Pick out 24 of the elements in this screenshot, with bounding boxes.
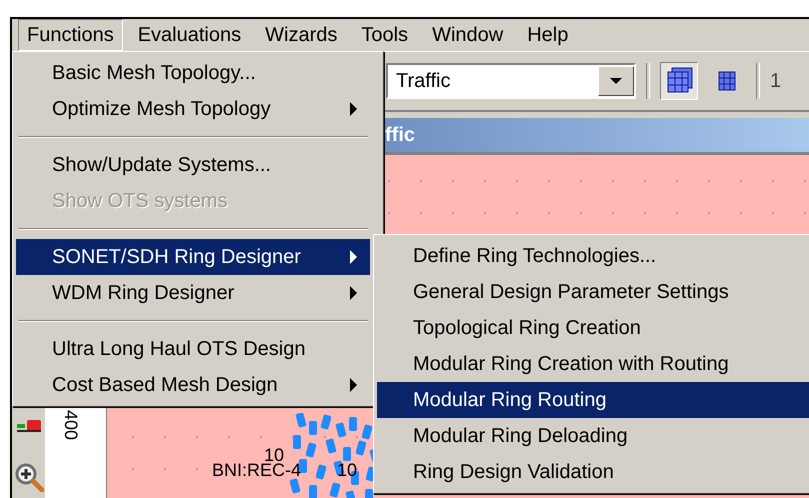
menu-item[interactable]: Modular Ring Deloading [377, 418, 809, 454]
menu-bar-item[interactable]: Evaluations [128, 19, 250, 51]
menu-item[interactable]: Topological Ring Creation [377, 310, 809, 346]
menu-bar-item[interactable]: Help [518, 19, 578, 51]
toolbar-button[interactable] [660, 62, 698, 100]
menu-item[interactable]: Define Ring Technologies... [377, 238, 809, 274]
menu-bar-item[interactable]: Wizards [256, 19, 346, 51]
menu-bar-item[interactable]: Tools [352, 19, 418, 51]
caret-icon [610, 78, 622, 84]
menu-item[interactable]: Modular Ring Creation with Routing [377, 346, 809, 382]
menu-item[interactable]: General Design Parameter Settings [377, 274, 809, 310]
menu-bar-item[interactable]: Functions [18, 19, 123, 51]
menu-item[interactable]: Basic Mesh Topology... [16, 55, 370, 91]
menu-item[interactable]: Modular Ring Routing [377, 382, 809, 418]
menu-item[interactable]: Cost Based Mesh Design [16, 367, 370, 403]
menu-item[interactable]: Ultra Long Haul OTS Design [16, 331, 370, 367]
view-dropdown[interactable]: Traffic [386, 63, 636, 99]
axis-label: 400 [60, 410, 81, 440]
map-label: BNI:REC-4 [212, 460, 302, 481]
menu-item[interactable]: WDM Ring Designer [16, 275, 370, 311]
menu-item[interactable]: Ring Design Validation [377, 454, 809, 490]
menu-bar-item[interactable]: Window [423, 19, 512, 51]
toolbar-text: 1 [770, 70, 782, 92]
menu-item[interactable]: SONET/SDH Ring Designer [16, 239, 370, 275]
